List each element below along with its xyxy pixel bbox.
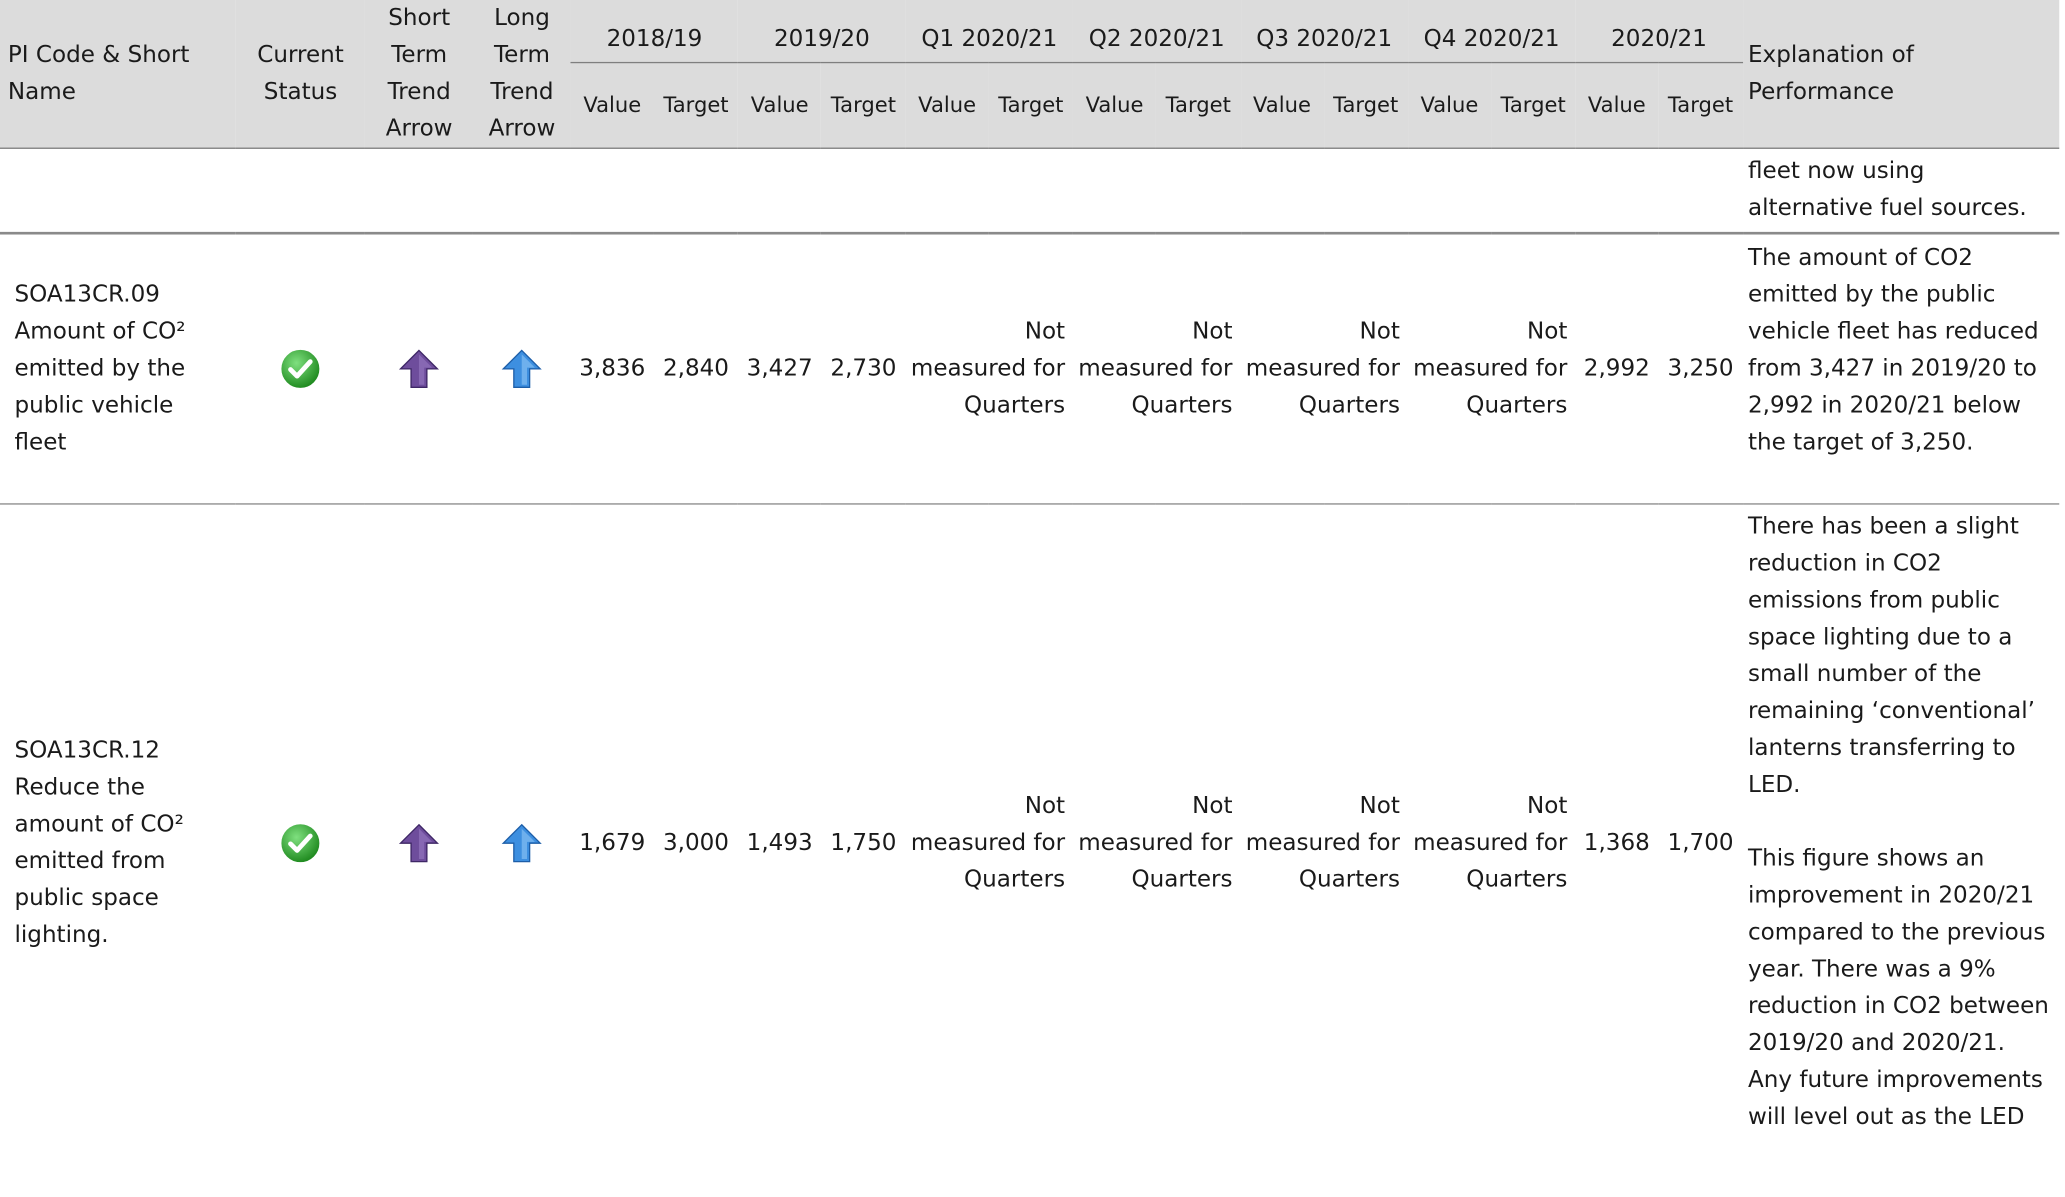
value-header: Value [1073,62,1157,149]
period-header: Q3 2020/21 [1240,0,1408,64]
status-cell [235,232,366,505]
period-header: 2018/19 [570,0,739,64]
pi-code: SOA13CR.12 [14,738,160,765]
table-row: fleet now using alternative fuel sources… [0,148,2060,234]
q4-not-measured: Not measured for Quarters [1413,793,1568,894]
value-header: Value [738,62,822,149]
value-2020-21: 1,368 [1583,830,1650,857]
performance-report: PI Code & Short Name Current Status Shor… [0,0,2065,1182]
pi-code: SOA13CR.09 [14,281,160,308]
target-header: Target [1323,62,1408,149]
blue-up-arrow-icon [501,824,543,863]
performance-table: PI Code & Short Name Current Status Shor… [0,0,2060,1183]
target-2019-20: 2,730 [821,232,906,505]
period-header: 2019/20 [738,0,906,64]
target-2020-21: 3,250 [1658,232,1743,505]
value-2018-19: 3,836 [570,232,654,505]
explanation-header: Explanation of Performance [1742,0,2060,149]
value-header: Value [570,62,654,149]
period-header: Q2 2020/21 [1073,0,1241,64]
q2-not-measured: Not measured for Quarters [1073,232,1241,505]
short-trend-cell [365,504,473,1183]
value-header: Value [1407,62,1491,149]
explanation-paragraph: This figure shows an improvement in 2020… [1747,845,2049,1131]
target-header: Target [1156,62,1241,149]
value-2018-19: 1,679 [579,830,646,857]
target-2018-19: 2,840 [653,232,739,505]
purple-up-arrow-icon [399,824,440,863]
pi-name-cell: SOA13CR.12 Reduce the amount of CO² emit… [0,504,236,1183]
long-trend-header: Long Term Trend Arrow [473,0,571,149]
target-2018-19: 3,000 [662,830,729,857]
target-2019-20: 1,750 [830,830,897,857]
green-check-icon [279,348,322,390]
value-header: Value [905,62,989,149]
explanation-paragraph: There has been a slight reduction in CO2… [1747,513,2035,799]
pi-short-name: Amount of CO² emitted by the public vehi… [14,318,186,456]
value-2019-20: 3,427 [738,232,822,505]
short-trend-cell [365,232,474,505]
long-trend-cell [473,232,571,505]
target-header: Target [1658,62,1743,149]
value-header: Value [1575,62,1659,149]
table-header: PI Code & Short Name Current Status Shor… [0,0,2060,149]
target-header: Target [1490,62,1576,149]
explanation-cell: There has been a slight reduction in CO2… [1743,504,2060,1183]
green-check-icon [279,822,322,865]
target-2020-21: 1,700 [1667,830,1734,857]
target-header: Target [821,62,906,149]
value-header: Value [1240,62,1324,149]
purple-up-arrow-icon [399,349,440,388]
current-status-header: Current Status [235,0,366,149]
pi-short-name: Reduce the amount of CO² emitted from pu… [14,775,184,949]
long-trend-cell [473,504,571,1183]
period-header: Q4 2020/21 [1407,0,1576,64]
q1-not-measured: Not measured for Quarters [910,793,1066,894]
q1-not-measured: Not measured for Quarters [905,232,1074,505]
value-2020-21: 2,992 [1575,232,1659,505]
target-header: Target [653,62,739,149]
q2-not-measured: Not measured for Quarters [1078,793,1233,894]
blue-up-arrow-icon [501,349,543,388]
pi-name-cell: SOA13CR.09 Amount of CO² emitted by the … [0,232,236,505]
table-row: SOA13CR.09 Amount of CO² emitted by the … [0,232,2060,505]
explanation-cell: fleet now using alternative fuel sources… [1742,148,2060,234]
target-header: Target [988,62,1074,149]
q3-not-measured: Not measured for Quarters [1240,232,1408,505]
explanation-cell: The amount of CO2 emitted by the public … [1742,232,2060,505]
pi-code-header: PI Code & Short Name [0,0,236,149]
q4-not-measured: Not measured for Quarters [1407,232,1576,505]
period-header: 2020/21 [1575,0,1743,64]
status-cell [236,504,365,1183]
table-row: SOA13CR.12 Reduce the amount of CO² emit… [0,504,2059,1183]
value-2019-20: 1,493 [746,830,813,857]
period-header: Q1 2020/21 [905,0,1074,64]
q3-not-measured: Not measured for Quarters [1245,793,1400,894]
short-trend-header: Short Term Trend Arrow [365,0,474,149]
